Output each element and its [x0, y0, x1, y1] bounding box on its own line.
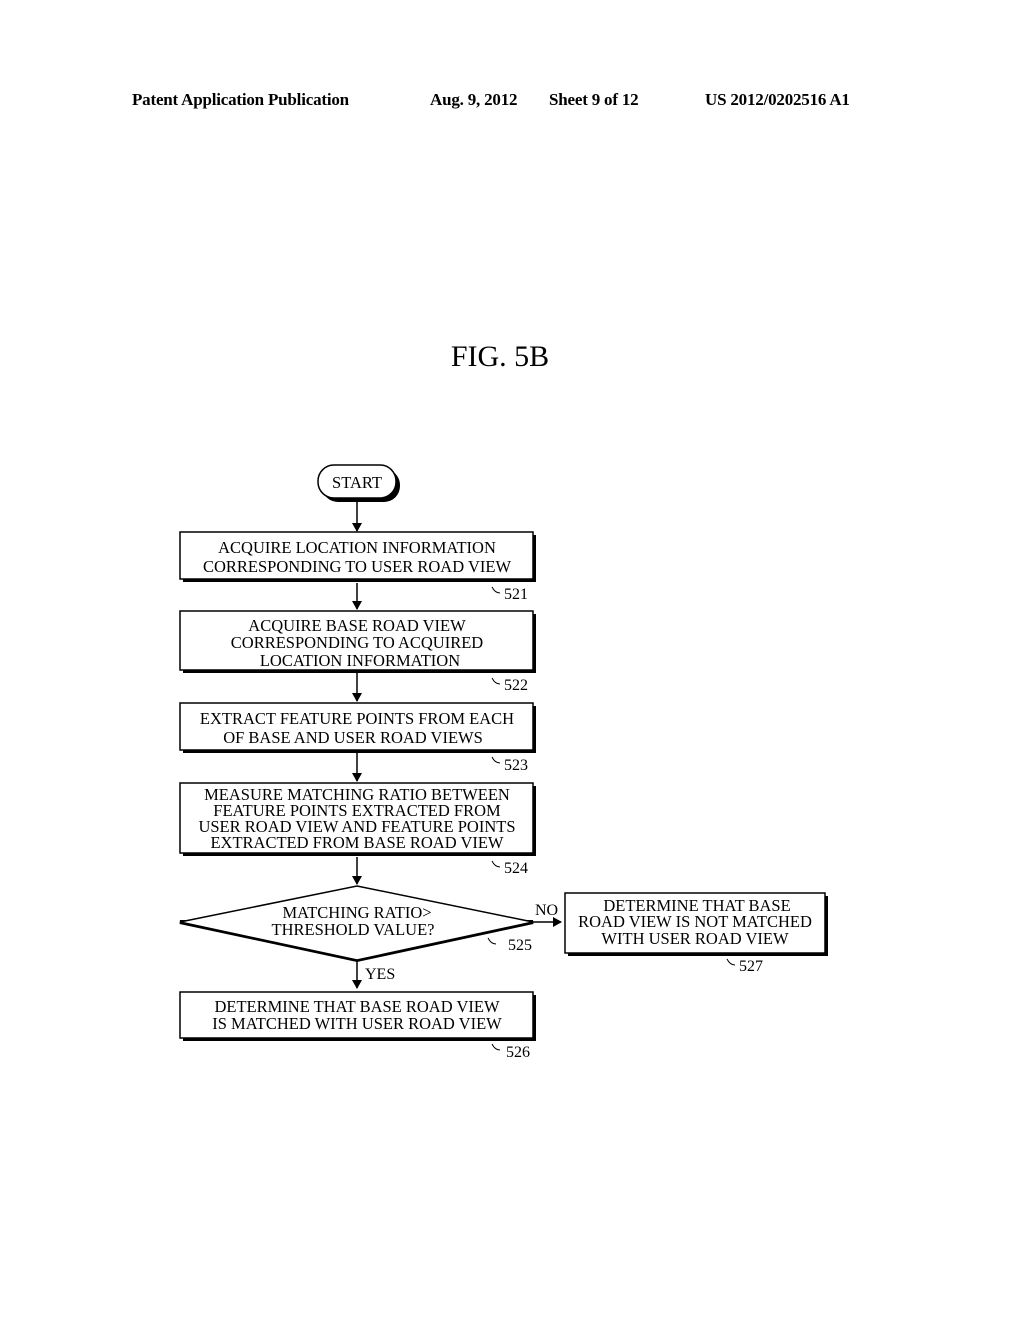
ref-524: 524: [504, 860, 528, 877]
decision-525-line-2: THRESHOLD VALUE?: [271, 920, 434, 939]
result-527-line-3: WITH USER ROAD VIEW: [601, 929, 789, 948]
step-522: ACQUIRE BASE ROAD VIEW CORRESPONDING TO …: [179, 610, 536, 694]
step-521-line-1: ACQUIRE LOCATION INFORMATION: [218, 538, 496, 557]
step-522-line-2: CORRESPONDING TO ACQUIRED: [231, 633, 484, 652]
step-522-line-3: LOCATION INFORMATION: [260, 651, 460, 670]
decision-525: MATCHING RATIO> THRESHOLD VALUE? 525 NO …: [179, 885, 558, 983]
ref-523: 523: [504, 757, 528, 774]
step-523-line-2: OF BASE AND USER ROAD VIEWS: [223, 728, 483, 747]
start-terminator: START: [317, 464, 400, 502]
no-label: NO: [535, 902, 558, 919]
ref-521: 521: [504, 586, 528, 603]
step-523-line-1: EXTRACT FEATURE POINTS FROM EACH: [200, 709, 514, 728]
step-524-line-4: EXTRACTED FROM BASE ROAD VIEW: [210, 833, 503, 852]
yes-label: YES: [365, 966, 395, 983]
ref-522: 522: [504, 677, 528, 694]
step-521: ACQUIRE LOCATION INFORMATION CORRESPONDI…: [179, 531, 536, 603]
result-527: DETERMINE THAT BASE ROAD VIEW IS NOT MAT…: [564, 892, 828, 975]
ref-525: 525: [508, 937, 532, 954]
result-526-line-2: IS MATCHED WITH USER ROAD VIEW: [212, 1014, 502, 1033]
flowchart: START ACQUIRE LOCATION INFORMATION CORRE…: [179, 464, 828, 1061]
step-521-line-2: CORRESPONDING TO USER ROAD VIEW: [203, 557, 511, 576]
result-526: DETERMINE THAT BASE ROAD VIEW IS MATCHED…: [179, 991, 536, 1061]
ref-526: 526: [506, 1044, 530, 1061]
step-523: EXTRACT FEATURE POINTS FROM EACH OF BASE…: [179, 702, 536, 774]
start-label: START: [332, 473, 382, 492]
ref-527: 527: [739, 958, 763, 975]
step-524: MEASURE MATCHING RATIO BETWEEN FEATURE P…: [179, 782, 536, 877]
